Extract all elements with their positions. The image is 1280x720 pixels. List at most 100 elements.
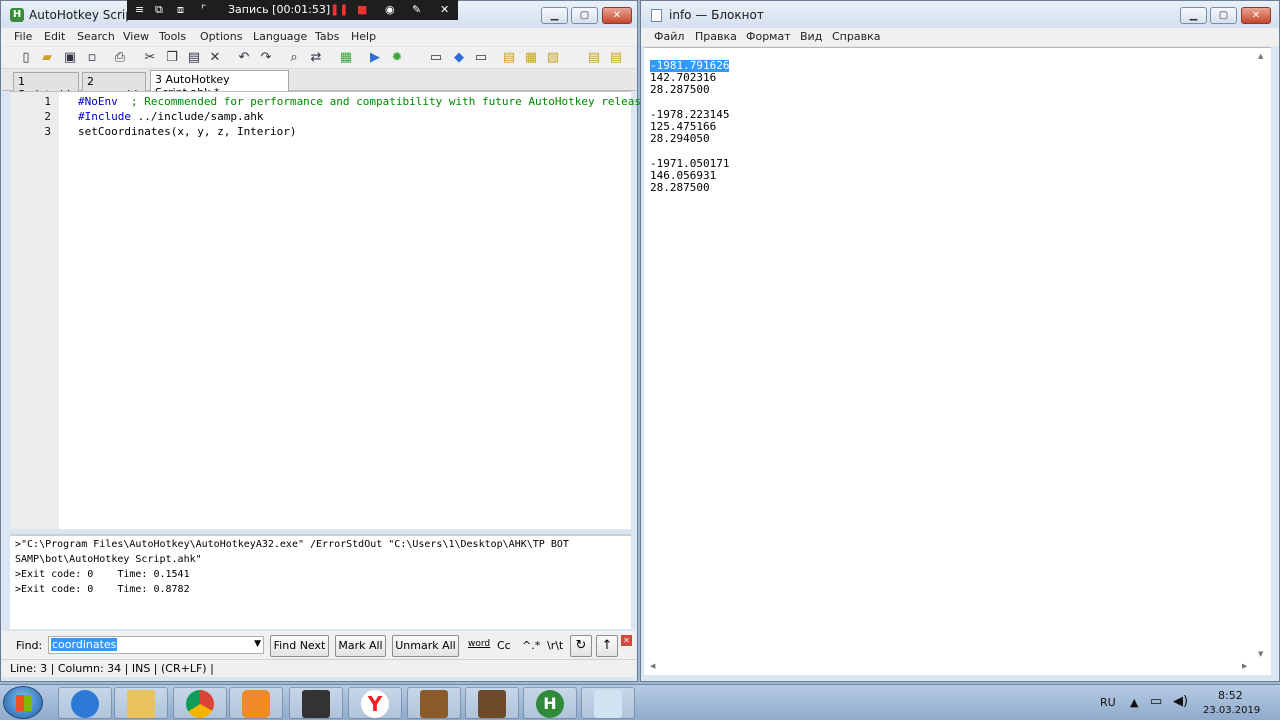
- match-word-toggle[interactable]: word: [468, 639, 490, 649]
- menu-view-ru[interactable]: Вид: [800, 30, 822, 43]
- tool-image-icon[interactable]: ▧: [545, 50, 561, 66]
- unmark-all-button[interactable]: Unmark All: [392, 635, 459, 657]
- menu-edit[interactable]: Edit: [44, 30, 65, 43]
- menu-help-ru[interactable]: Справка: [832, 30, 880, 43]
- tool-window-icon[interactable]: ▭: [473, 50, 489, 66]
- screen-recorder-bar: ≡ ⧉ ⧈ ⌜ Запись [00:01:53] ❚❚ ■ ◉ ✎ ✕: [127, 0, 458, 20]
- taskbar-ie[interactable]: [58, 687, 112, 719]
- find-label: Find:: [16, 639, 43, 652]
- new-file-icon[interactable]: ▯: [18, 50, 34, 66]
- menu-file-ru[interactable]: Файл: [654, 30, 684, 43]
- scroll-down-icon[interactable]: ▼: [1258, 650, 1263, 658]
- notepad-icon: [594, 690, 622, 718]
- network-icon[interactable]: ▭: [1150, 694, 1162, 709]
- escape-toggle[interactable]: \r\t: [547, 639, 563, 652]
- taskbar-yandex[interactable]: Y: [348, 687, 402, 719]
- paste-icon[interactable]: ▤: [186, 50, 202, 66]
- copy-icon[interactable]: ❐: [164, 50, 180, 66]
- taskbar-game2[interactable]: [465, 687, 519, 719]
- code-line-2: #Include ../include/samp.ahk: [78, 110, 263, 123]
- clock-date[interactable]: 23.03.2019: [1203, 705, 1260, 716]
- delete-icon[interactable]: ✕: [207, 50, 223, 66]
- notepad-maximize-button[interactable]: ▢: [1210, 7, 1237, 24]
- media-player-icon: [242, 690, 270, 718]
- tool-cube-icon[interactable]: ◆: [451, 50, 467, 66]
- yandex-browser-icon: Y: [361, 690, 389, 718]
- menu-file[interactable]: File: [14, 30, 32, 43]
- pause-icon[interactable]: ❚❚: [330, 3, 348, 16]
- menu-format-ru[interactable]: Формат: [746, 30, 791, 43]
- menu-tools[interactable]: Tools: [159, 30, 186, 43]
- taskbar-chrome[interactable]: [173, 687, 227, 719]
- tray-expand-icon[interactable]: ▲: [1130, 696, 1138, 709]
- debug-icon[interactable]: ✹: [389, 50, 405, 66]
- find-input[interactable]: coordinates ▼: [48, 636, 264, 654]
- notepad-minimize-button[interactable]: ▁: [1180, 7, 1207, 24]
- minimize-button[interactable]: ▁: [541, 7, 568, 24]
- scroll-up-icon[interactable]: ▲: [1258, 52, 1263, 60]
- start-button[interactable]: [3, 686, 43, 719]
- stop-icon[interactable]: ■: [357, 3, 367, 16]
- undo-icon[interactable]: ↶: [236, 50, 252, 66]
- recorder-close-icon[interactable]: ✕: [440, 3, 449, 16]
- pen-icon[interactable]: ✎: [412, 3, 421, 16]
- menu-edit-ru[interactable]: Правка: [695, 30, 737, 43]
- cut-icon[interactable]: ✂: [142, 50, 158, 66]
- regex-toggle[interactable]: ^.*: [522, 639, 540, 652]
- taskbar-media[interactable]: [229, 687, 283, 719]
- clock-time[interactable]: 8:52: [1218, 689, 1243, 702]
- tab-samp[interactable]: 2 samp.ahk: [82, 72, 146, 101]
- replace-icon[interactable]: ⇄: [308, 50, 324, 66]
- wrap-around-icon[interactable]: ↻: [570, 635, 592, 657]
- maximize-button[interactable]: ▢: [571, 7, 598, 24]
- redo-icon[interactable]: ↷: [258, 50, 274, 66]
- recorder-crop-icon[interactable]: ⌜: [201, 3, 206, 16]
- camera-icon[interactable]: ◉: [385, 3, 395, 16]
- tool-panel2-icon[interactable]: ▤: [608, 50, 624, 66]
- menu-view[interactable]: View: [123, 30, 149, 43]
- taskbar-notepad[interactable]: [581, 687, 635, 719]
- search-up-icon[interactable]: ↑: [596, 635, 618, 657]
- recorder-region-icon[interactable]: ⧈: [177, 3, 184, 17]
- taskbar-game1[interactable]: [407, 687, 461, 719]
- taskbar-cw[interactable]: [289, 687, 343, 719]
- save-icon[interactable]: ▣: [62, 50, 78, 66]
- tool-grid-icon[interactable]: ▦: [523, 50, 539, 66]
- recorder-window-icon[interactable]: ⧉: [155, 3, 163, 17]
- output-pane[interactable]: >"C:\Program Files\AutoHotkey\AutoHotkey…: [10, 534, 631, 629]
- run-icon[interactable]: ▶: [367, 50, 383, 66]
- mark-all-button[interactable]: Mark All: [335, 635, 386, 657]
- tab-autohotkey-script[interactable]: 3 AutoHotkey Script.ahk *: [150, 70, 289, 99]
- language-indicator[interactable]: RU: [1100, 696, 1116, 709]
- scroll-right-icon[interactable]: ▶: [1242, 662, 1247, 670]
- menu-language[interactable]: Language: [253, 30, 307, 43]
- taskbar-explorer[interactable]: [114, 687, 168, 719]
- close-file-icon[interactable]: ▫: [84, 50, 100, 66]
- recorder-menu-icon[interactable]: ≡: [135, 3, 144, 16]
- volume-icon[interactable]: ◀): [1173, 694, 1188, 709]
- code-editor[interactable]: 1 2 3 #NoEnv ; Recommended for performan…: [10, 91, 661, 529]
- scroll-left-icon[interactable]: ◀: [650, 662, 655, 670]
- window-spy-icon[interactable]: ▭: [428, 50, 444, 66]
- close-button[interactable]: ✕: [602, 7, 632, 24]
- compile-icon[interactable]: ▦: [338, 50, 354, 66]
- match-case-toggle[interactable]: Cc: [497, 639, 511, 652]
- tab-script[interactable]: 1 Script.ahk: [13, 72, 79, 101]
- find-next-button[interactable]: Find Next: [270, 635, 329, 657]
- menu-search[interactable]: Search: [77, 30, 115, 43]
- notepad-close-button[interactable]: ✕: [1241, 7, 1271, 24]
- taskbar-autohotkey[interactable]: H: [523, 687, 577, 719]
- scite-toolbar: ▯ ▰ ▣ ▫ ⎙ ✂ ❐ ▤ ✕ ↶ ↷ ⌕ ⇄ ▦ ▶ ✹ ▭ ◆ ▭ ▤ …: [2, 47, 636, 69]
- notepad-titlebar[interactable]: info — Блокнот ▁ ▢ ✕: [641, 1, 1279, 29]
- find-icon[interactable]: ⌕: [286, 50, 302, 66]
- print-icon[interactable]: ⎙: [112, 50, 128, 66]
- menu-help[interactable]: Help: [351, 30, 376, 43]
- close-find-icon[interactable]: ✕: [621, 635, 632, 646]
- notepad-text-area[interactable]: -1981.791626 142.702316 28.287500 -1978.…: [644, 47, 1271, 675]
- menu-options[interactable]: Options: [200, 30, 242, 43]
- menu-tabs[interactable]: Tabs: [315, 30, 339, 43]
- open-folder-icon[interactable]: ▰: [39, 50, 55, 66]
- chevron-down-icon[interactable]: ▼: [254, 639, 261, 649]
- tool-panel-icon[interactable]: ▤: [586, 50, 602, 66]
- tool-note-icon[interactable]: ▤: [501, 50, 517, 66]
